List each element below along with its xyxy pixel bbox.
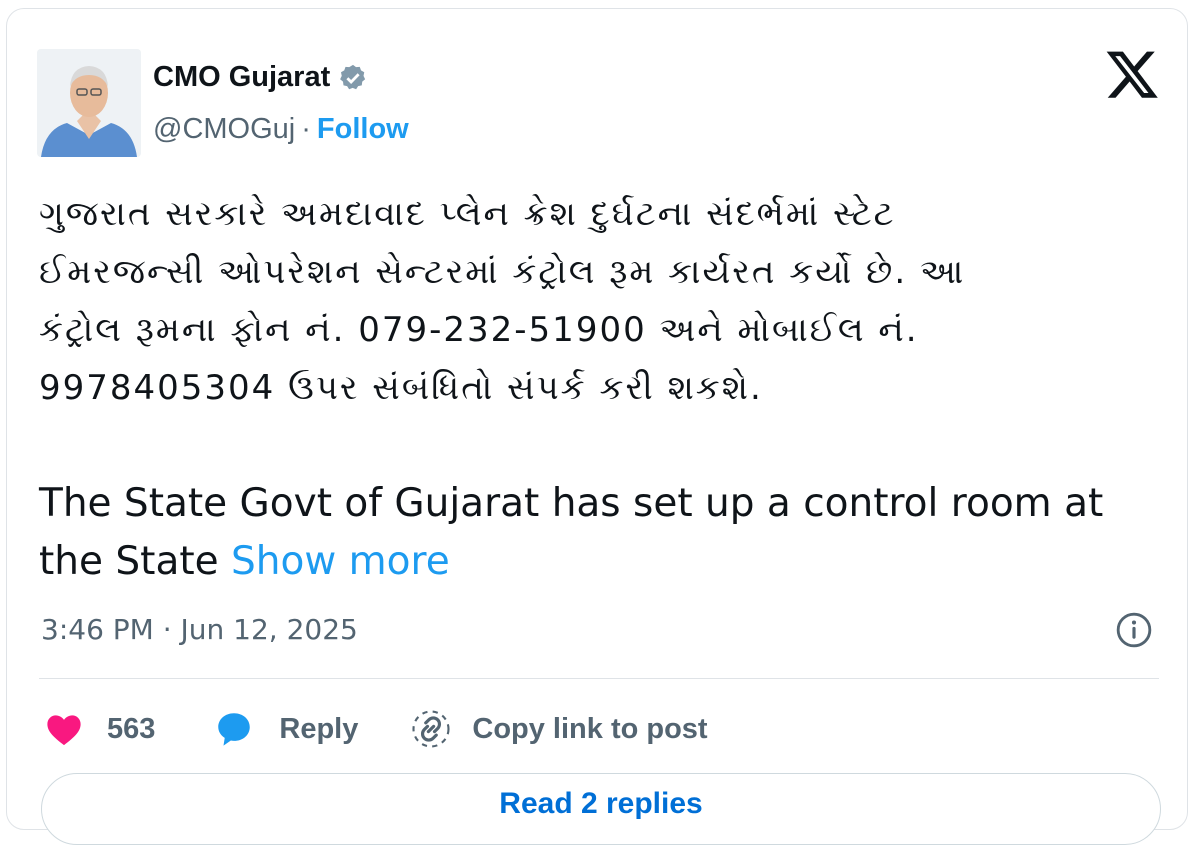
reply-button[interactable]: Reply (213, 708, 410, 750)
text-line: કંટ્રોલ રૂમના ફોન નં. 079-232-51900 અને … (39, 310, 919, 350)
text-line: ઈમરજન્સી ઓપરેશન સેન્ટરમાં કંટ્રોલ રૂમ કા… (39, 252, 966, 292)
text-line: ગુજરાત સરકારે અમદાવાદ પ્લેન ક્રેશ દુર્ઘટ… (39, 194, 896, 234)
tweet-card: CMO Gujarat @CMOGuj · Follow ગુજરાત સરકા… (6, 8, 1188, 845)
reply-label: Reply (279, 712, 359, 745)
copy-link-button[interactable]: Copy link to post (410, 708, 708, 750)
handle-row: @CMOGuj · Follow (153, 113, 409, 146)
copy-link-label: Copy link to post (472, 712, 708, 745)
text-line: 9978405304 ઉપર સંબંધિતો સંપર્ક કરી શકશે. (39, 368, 763, 408)
tweet-text-english: The State Govt of Gujarat has set up a c… (39, 475, 1179, 591)
like-count: 563 (107, 712, 156, 745)
verified-badge-icon (340, 64, 366, 89)
english-text: The State Govt of Gujarat has set up a c… (39, 481, 1104, 584)
author-handle[interactable]: @CMOGuj (153, 113, 295, 146)
separator: · (301, 113, 311, 145)
reply-bubble-icon (218, 713, 251, 746)
tweet-text-gujarati: ગુજરાત સરકારે અમદાવાદ પ્લેન ક્રેશ દુર્ઘટ… (39, 185, 1169, 417)
avatar[interactable] (37, 49, 141, 157)
divider (39, 678, 1159, 679)
heart-icon (47, 715, 81, 746)
info-icon[interactable] (1115, 611, 1153, 649)
action-bar: 563 Reply Copy link to post (43, 707, 708, 751)
author-name[interactable]: CMO Gujarat (153, 61, 330, 94)
read-replies-button[interactable]: Read 2 replies (41, 773, 1161, 845)
link-icon (412, 710, 450, 748)
author-name-row: CMO Gujarat (153, 61, 368, 94)
timestamp[interactable]: 3:46 PM · Jun 12, 2025 (41, 613, 358, 646)
avatar-image (37, 49, 141, 157)
like-button[interactable]: 563 (43, 708, 213, 750)
x-logo-icon[interactable] (1105, 49, 1159, 101)
follow-button[interactable]: Follow (317, 113, 409, 146)
show-more-link[interactable]: Show more (231, 539, 450, 584)
